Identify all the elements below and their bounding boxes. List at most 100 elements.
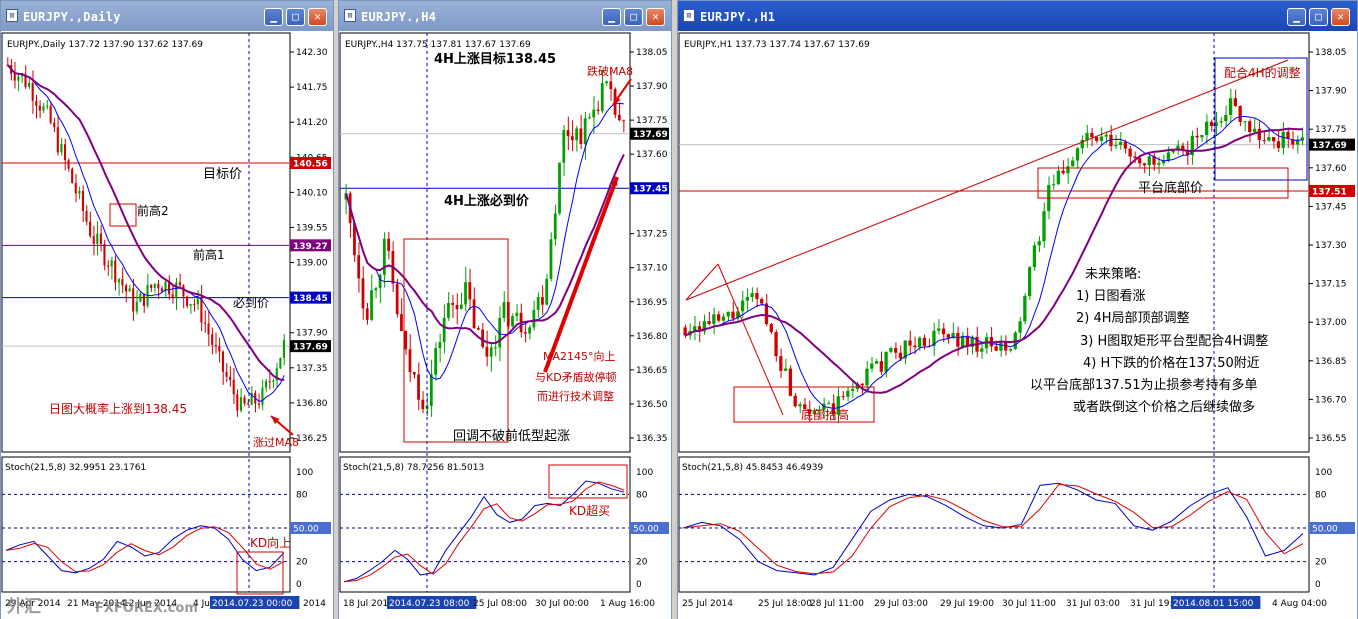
candle-body [779,356,783,371]
candle-body [1257,128,1261,141]
chart-header: EURJPY.,H1 137.73 137.74 137.67 137.69 [684,40,870,50]
maximize-button[interactable]: □ [286,8,305,26]
price-tick-label: 136.80 [296,399,328,409]
price-tick-label: 136.50 [636,400,668,410]
candle-body [160,288,163,292]
minimize-button[interactable]: ▁ [1287,8,1306,26]
candle-body [894,348,898,353]
window-h4[interactable]: ▥ EURJPY.,H4 ▁ □ ✕ EURJPY.,H4 137.75 137… [338,0,672,619]
candle-body [579,128,583,145]
candle-body [451,302,455,305]
close-button[interactable]: ✕ [308,8,327,26]
price-tick-label: 141.20 [296,118,328,128]
time-tick-label: 18 Jul 2014 [343,599,394,609]
time-tick-label: 25 Jul 18:00 [758,599,812,609]
daily-chart[interactable]: EURJPY.,Daily 137.72 137.90 137.62 137.6… [1,32,333,619]
stoch-plot-frame [1,456,291,593]
titlebar-daily[interactable]: ▥ EURJPY.,Daily ▁ □ ✕ [1,1,333,31]
strategy-line: 2) 4H局部顶部调整 [1076,311,1190,326]
candle-body [455,304,459,310]
candle-body [1085,132,1089,140]
candle-body [884,351,888,372]
candle-body [442,317,446,343]
candle-body [1262,140,1266,142]
candle-body [1090,132,1094,138]
candle-body [502,302,506,318]
candle-body [387,238,390,252]
candle-body [1195,135,1199,138]
candle-body [532,309,536,328]
candle-body [382,238,386,275]
stoch-tick-label: 100 [636,468,653,478]
candle-body [494,347,497,349]
candle-body [1027,267,1032,296]
close-button[interactable]: ✕ [1331,8,1350,26]
chart-annotation: 而进行技术调整 [537,389,614,403]
close-button[interactable]: ✕ [646,8,665,26]
candle-body [1123,141,1127,149]
candle-body [865,368,869,386]
price-tick-label: 142.30 [296,48,328,58]
price-tick-label: 137.60 [636,150,668,160]
candle-body [1142,163,1147,166]
candle-body [1243,121,1247,123]
candle-body [203,322,207,324]
minimize-button[interactable]: ▁ [602,8,621,26]
price-tick-label: 137.90 [636,82,668,92]
stoch-tick-label: 50.00 [1312,525,1338,535]
titlebar-h4[interactable]: ▥ EURJPY.,H4 ▁ □ ✕ [339,1,671,31]
candle-body [1004,342,1008,351]
stoch-header: Stoch(21,5,8) 32.9951 23.1761 [5,463,146,473]
candle-body [562,130,566,163]
candle-body [56,127,59,153]
window-h1[interactable]: ▥ EURJPY.,H1 ▁ □ ✕ EURJPY.,H1 137.73 137… [677,0,1358,619]
candle-body [1233,98,1238,106]
h4-chart[interactable]: EURJPY.,H4 137.75 137.81 137.67 137.69 St… [339,32,671,619]
window-daily[interactable]: ▥ EURJPY.,Daily ▁ □ ✕ EURJPY.,Daily 137.… [0,0,334,619]
price-tick-label: 139.00 [296,259,328,269]
price-tick-label: 137.25 [636,230,668,240]
candle-body [774,332,778,357]
time-tick-label: 30 Jul 00:00 [535,599,589,609]
candle-body [124,285,128,292]
chart-annotation: 前高1 [193,247,225,262]
price-tick-label: 138.05 [636,48,668,58]
candle-body [908,340,912,346]
chart-annotation: 涨过MA8 [253,436,299,449]
chart-window-icon: ▥ [344,9,356,22]
maximize-button[interactable]: □ [1309,8,1328,26]
candle-body [889,348,893,352]
candle-body [132,288,135,312]
h1-chart[interactable]: EURJPY.,H1 137.73 137.74 137.67 137.69 St… [678,32,1357,619]
candle-body [941,328,946,335]
candle-body [476,328,480,330]
candle-body [408,349,412,373]
price-tick-label: 136.55 [1315,434,1347,444]
candle-body [459,304,463,310]
price-tick-label: 137.75 [1315,125,1347,135]
window-title: EURJPY.,Daily [23,10,121,24]
candle-body [28,83,31,87]
candle-body [788,368,793,396]
candle-body [171,294,174,298]
stoch-header: Stoch(21,5,8) 45.8453 46.4939 [682,463,823,473]
candle-body [189,304,192,306]
candle-body [536,297,540,310]
stoch-tick-label: 100 [1315,468,1332,478]
chart-annotation: 前高2 [137,203,169,218]
candle-body [592,109,596,118]
candle-body [1018,321,1022,333]
candle-body [468,282,472,300]
price-flag-label: 140.56 [293,160,328,170]
titlebar-h1[interactable]: ▥ EURJPY.,H1 ▁ □ ✕ [678,1,1357,31]
candle-body [370,290,373,320]
candle-body [1276,141,1281,149]
candle-body [553,213,557,240]
chart-annotation: 4H上涨目标138.45 [434,51,556,67]
price-tick-label: 137.10 [636,264,668,274]
maximize-button[interactable]: □ [624,8,643,26]
candle-body [229,376,232,380]
candle-body [175,282,178,298]
candle-body [89,221,92,237]
minimize-button[interactable]: ▁ [264,8,283,26]
